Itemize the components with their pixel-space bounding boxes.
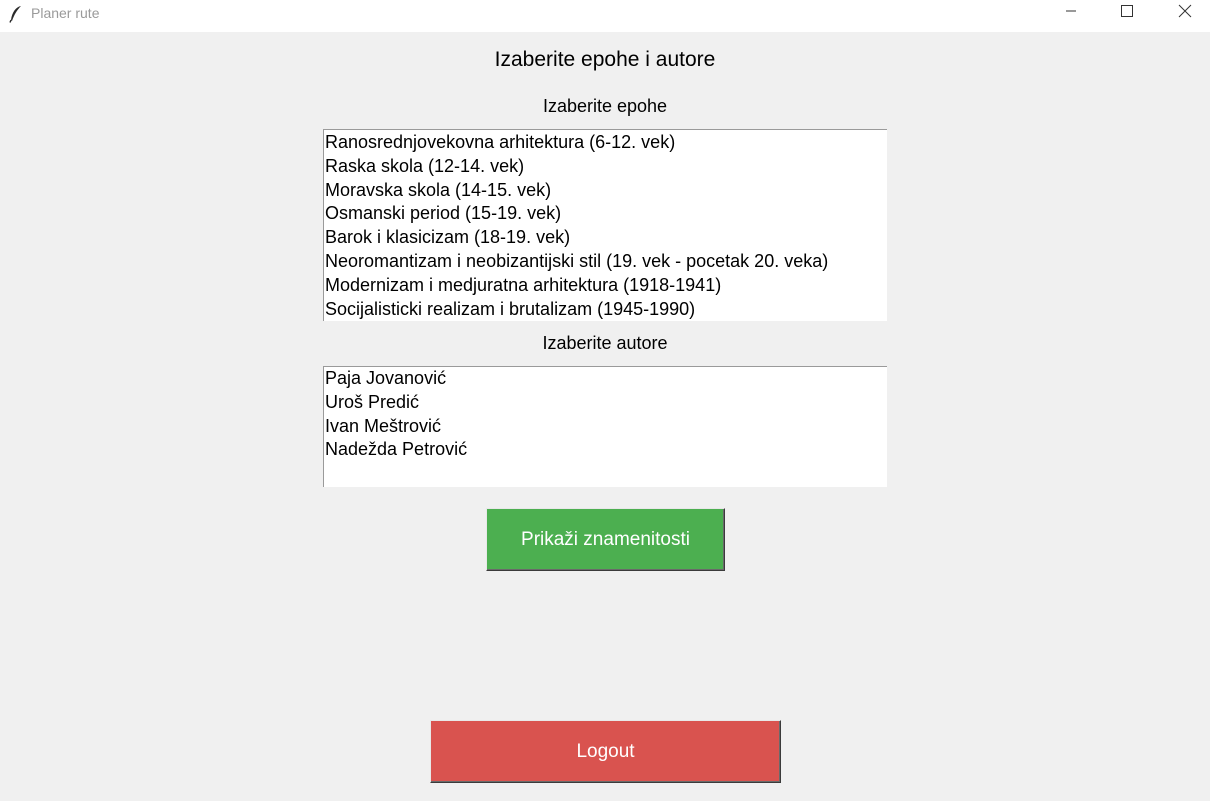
- authors-label: Izaberite autore: [542, 333, 668, 353]
- epoch-item[interactable]: Osmanski period (15-19. vek): [324, 202, 887, 226]
- epoch-item[interactable]: Barok i klasicizam (18-19. vek): [324, 226, 887, 250]
- minimize-icon: [1065, 4, 1077, 22]
- epoch-item[interactable]: Raska skola (12-14. vek): [324, 155, 887, 179]
- maximize-button[interactable]: [1104, 0, 1150, 26]
- logout-button[interactable]: Logout: [430, 720, 781, 783]
- feather-icon: [9, 5, 23, 23]
- page-title: Izaberite epohe i autore: [494, 48, 716, 71]
- window-title: Planer rute: [31, 5, 100, 21]
- author-item[interactable]: Ivan Meštrović: [324, 415, 887, 439]
- close-button[interactable]: [1162, 0, 1208, 26]
- minimize-button[interactable]: [1048, 0, 1094, 26]
- epoch-item[interactable]: Socijalisticki realizam i brutalizam (19…: [324, 298, 887, 321]
- epochs-listbox[interactable]: Ranosrednjovekovna arhitektura (6-12. ve…: [323, 129, 887, 321]
- epoch-item[interactable]: Ranosrednjovekovna arhitektura (6-12. ve…: [324, 131, 887, 155]
- epoch-item[interactable]: Moravska skola (14-15. vek): [324, 179, 887, 203]
- author-item[interactable]: Paja Jovanović: [324, 367, 887, 391]
- epochs-label: Izaberite epohe: [542, 96, 668, 116]
- show-landmarks-button[interactable]: Prikaži znamenitosti: [486, 508, 725, 571]
- authors-listbox[interactable]: Paja Jovanović Uroš Predić Ivan Meštrovi…: [323, 366, 887, 487]
- title-bar: Planer rute: [0, 0, 1210, 32]
- maximize-icon: [1121, 4, 1133, 22]
- author-item[interactable]: Uroš Predić: [324, 391, 887, 415]
- close-icon: [1178, 4, 1192, 23]
- epoch-item[interactable]: Neoromantizam i neobizantijski stil (19.…: [324, 250, 887, 274]
- epoch-item[interactable]: Modernizam i medjuratna arhitektura (191…: [324, 274, 887, 298]
- author-item[interactable]: Nadežda Petrović: [324, 438, 887, 462]
